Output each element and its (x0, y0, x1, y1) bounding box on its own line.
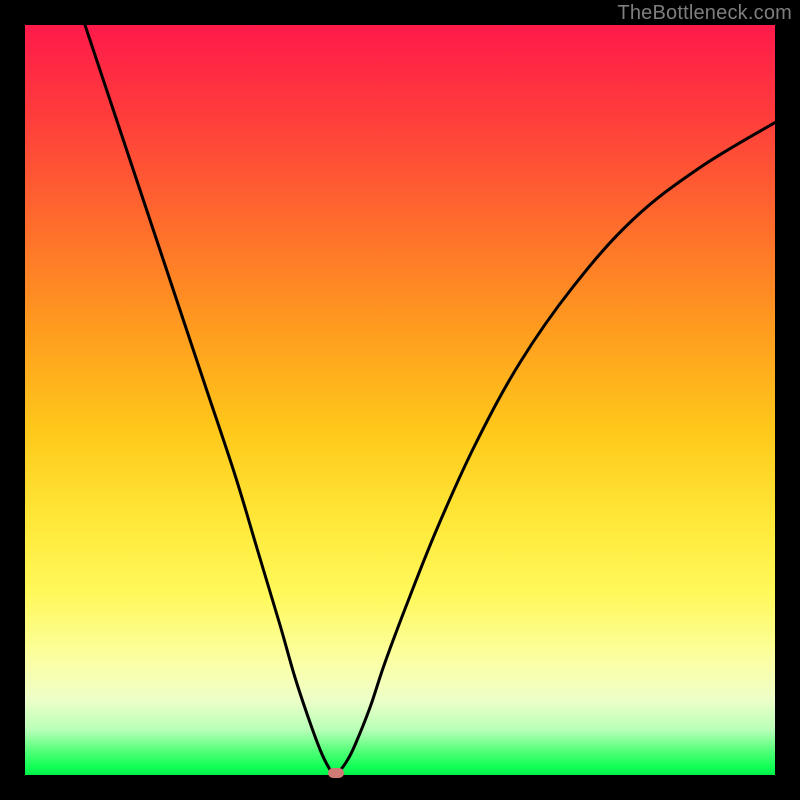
plot-area (25, 25, 775, 775)
watermark-text: TheBottleneck.com (617, 2, 792, 25)
chart-frame: TheBottleneck.com (0, 0, 800, 800)
vertex-marker (328, 768, 344, 778)
bottleneck-curve (25, 25, 775, 775)
